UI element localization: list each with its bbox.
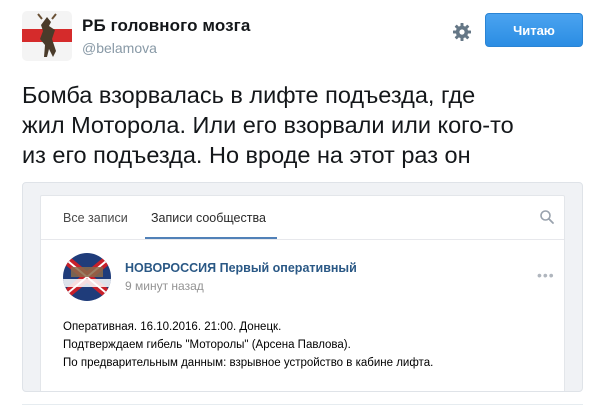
tab-community-posts: Записи сообщества xyxy=(151,211,266,225)
active-tab-indicator xyxy=(145,237,277,239)
post-text-line: Подтверждаем гибель "Моторолы" (Арсена П… xyxy=(63,339,351,351)
post-avatar xyxy=(63,253,111,301)
vk-wall-panel: Все записи Записи сообщества НОВОРОССИЯ … xyxy=(40,195,565,391)
tweet-text: Бомба взорвалась в лифте подъезда, где ж… xyxy=(22,80,592,170)
divider xyxy=(22,404,583,405)
avatar[interactable] xyxy=(22,11,72,61)
author-block[interactable]: РБ головного мозга @belamova xyxy=(82,16,250,56)
post-text: Оперативная. 16.10.2016. 21:00. Донецк. … xyxy=(63,318,433,372)
author-handle[interactable]: @belamova xyxy=(82,40,250,56)
search-icon xyxy=(540,210,554,224)
post-time: 9 минут назад xyxy=(125,279,204,293)
more-icon: ••• xyxy=(537,267,555,283)
post-author-link: НОВОРОССИЯ Первый оперативный xyxy=(125,261,357,275)
tab-all-posts: Все записи xyxy=(63,211,128,225)
embedded-image[interactable]: Все записи Записи сообщества НОВОРОССИЯ … xyxy=(22,182,583,392)
follow-button[interactable]: Читаю xyxy=(485,13,583,47)
post-avatar-image xyxy=(63,253,111,301)
post-text-line: По предварительным данным: взрывное устр… xyxy=(63,357,434,369)
post-text-line: Оперативная. 16.10.2016. 21:00. Донецк. xyxy=(63,321,282,333)
gear-icon[interactable] xyxy=(452,22,472,42)
avatar-image xyxy=(22,11,72,61)
author-name[interactable]: РБ головного мозга xyxy=(82,16,250,36)
vk-tabs: Все записи Записи сообщества xyxy=(41,196,564,240)
tweet-text-line: жил Моторола. Или его взорвали или кого-… xyxy=(22,112,514,138)
tweet-text-line: из его подъезда. Но вроде на этот раз он xyxy=(22,142,471,168)
tweet-text-line: Бомба взорвалась в лифте подъезда, где xyxy=(22,82,476,108)
